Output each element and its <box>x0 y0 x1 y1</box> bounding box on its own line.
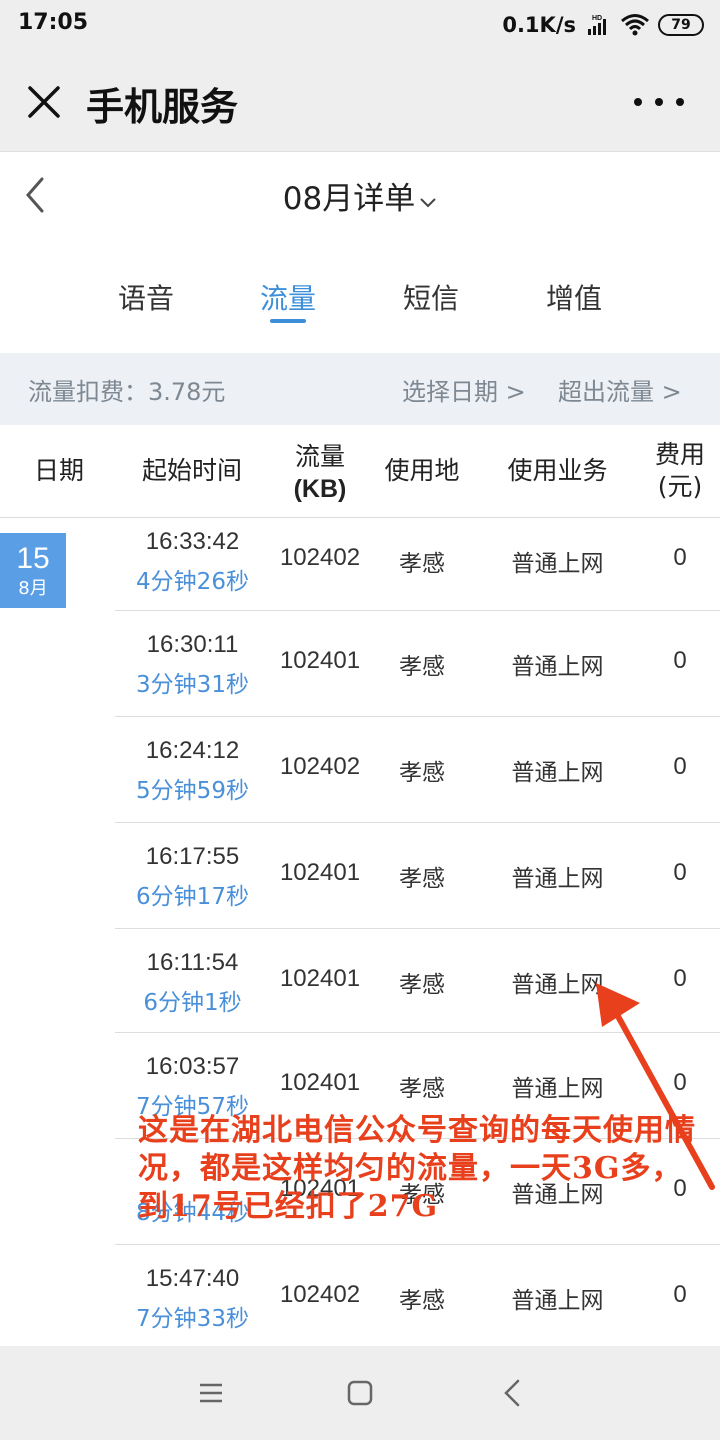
month-title: 08月详单 <box>282 181 416 217</box>
close-icon[interactable] <box>22 80 66 124</box>
row-business: 普通上网 <box>511 654 604 680</box>
row-duration: 6分钟17秒 <box>136 884 249 910</box>
row-start-time: 15:47:40 <box>145 1265 240 1292</box>
traffic-fee-summary: 流量扣费：3.78元 <box>28 378 226 406</box>
svg-text:HD: HD <box>592 15 602 22</box>
row-duration: 6分钟1秒 <box>143 990 242 1016</box>
header-traffic-label: 流量 <box>294 442 345 471</box>
row-start-time: 16:24:12 <box>145 737 240 764</box>
overflow-traffic-link[interactable]: 超出流量 > <box>558 372 682 407</box>
date-badge-month: 8月 <box>18 578 48 599</box>
hd-signal-icon: HD <box>588 15 606 35</box>
home-square-icon[interactable] <box>343 1376 377 1410</box>
header-location: 使用地 <box>384 456 460 485</box>
row-business: 普通上网 <box>511 760 604 786</box>
header-fee-label: 费用 <box>654 440 705 469</box>
header-fee-unit: (元) <box>657 472 703 501</box>
table-row[interactable]: 16:17:55 6分钟17秒 102401 孝感 普通上网 0 <box>115 823 720 929</box>
status-right: 0.1K/s HD 79 <box>502 10 704 40</box>
row-start-time: 16:17:55 <box>145 843 240 870</box>
battery-level: 79 <box>671 17 691 33</box>
row-traffic-kb: 102402 <box>279 544 361 571</box>
header-date: 日期 <box>33 456 84 485</box>
month-header: 08月详单 <box>0 153 720 241</box>
row-fee: 0 <box>673 1281 687 1308</box>
row-business: 普通上网 <box>511 866 604 892</box>
row-traffic-kb: 102402 <box>279 1281 361 1308</box>
more-dot <box>634 98 642 106</box>
row-location: 孝感 <box>399 1076 445 1102</box>
header-traffic: 流量 (KB) <box>270 441 370 505</box>
summary-bar: 流量扣费：3.78元 选择日期 > 超出流量 > <box>0 353 720 425</box>
annotation-text: 这是在湖北电信公众号查询的每天使用情况，都是这样均匀的流量，一天3G多，到17号… <box>138 1113 696 1224</box>
status-bar: 17:05 0.1K/s HD 79 <box>0 0 720 52</box>
row-traffic-kb: 102401 <box>279 647 361 674</box>
row-location: 孝感 <box>399 551 445 577</box>
table-row[interactable]: 16:33:42 4分钟26秒 102402 孝感 普通上网 0 <box>115 518 720 611</box>
tab-sms[interactable]: 短信 <box>371 277 491 317</box>
tab-bar: 语音 流量 短信 增值 <box>0 241 720 353</box>
back-triangle-icon[interactable] <box>496 1376 530 1410</box>
row-fee: 0 <box>673 859 687 886</box>
row-fee: 0 <box>673 544 687 571</box>
net-speed: 0.1K/s <box>502 13 576 37</box>
row-fee: 0 <box>673 647 687 674</box>
more-dot <box>676 98 684 106</box>
row-business: 普通上网 <box>511 1288 604 1314</box>
menu-icon[interactable] <box>194 1376 228 1410</box>
row-location: 孝感 <box>399 866 445 892</box>
row-start-time: 16:30:11 <box>146 631 239 658</box>
select-date-link[interactable]: 选择日期 > <box>402 372 526 407</box>
header-fee: 费用 (元) <box>640 439 720 503</box>
more-dot <box>655 98 663 106</box>
more-icon[interactable] <box>634 84 684 120</box>
header-business: 使用业务 <box>507 456 608 485</box>
date-badge-day: 15 <box>16 542 50 575</box>
row-duration: 4分钟26秒 <box>136 569 249 595</box>
header-start-time: 起始时间 <box>141 456 242 485</box>
date-badge: 15 8月 <box>0 533 66 608</box>
tab-voice[interactable]: 语音 <box>86 277 206 317</box>
row-location: 孝感 <box>399 760 445 786</box>
row-start-time: 16:33:42 <box>145 528 240 555</box>
system-nav-bar <box>0 1346 720 1440</box>
table-header: 日期 起始时间 流量 (KB) 使用地 使用业务 费用 (元) <box>0 425 720 518</box>
row-location: 孝感 <box>399 654 445 680</box>
month-selector[interactable]: 08月详单 <box>0 173 720 218</box>
row-business: 普通上网 <box>511 551 604 577</box>
row-location: 孝感 <box>399 1288 445 1314</box>
row-start-time: 16:03:57 <box>145 1053 240 1080</box>
battery-icon: 79 <box>658 14 704 36</box>
header-traffic-unit: (KB) <box>293 475 347 503</box>
title-bar: 手机服务 <box>0 52 720 152</box>
tab-active-indicator <box>270 319 306 323</box>
row-traffic-kb: 102401 <box>279 859 361 886</box>
wifi-icon <box>621 14 649 36</box>
table-row[interactable]: 16:24:12 5分钟59秒 102402 孝感 普通上网 0 <box>115 717 720 823</box>
tab-value-added[interactable]: 增值 <box>514 277 634 317</box>
row-traffic-kb: 102401 <box>279 1069 361 1096</box>
row-start-time: 16:11:54 <box>146 949 239 976</box>
table-row[interactable]: 16:30:11 3分钟31秒 102401 孝感 普通上网 0 <box>115 611 720 717</box>
table-row[interactable]: 15:47:40 7分钟33秒 102402 孝感 普通上网 0 <box>115 1245 720 1351</box>
tab-traffic[interactable]: 流量 <box>228 277 348 317</box>
row-traffic-kb: 102401 <box>279 965 361 992</box>
row-duration: 5分钟59秒 <box>136 778 249 804</box>
row-location: 孝感 <box>399 972 445 998</box>
row-traffic-kb: 102402 <box>279 753 361 780</box>
chevron-down-icon <box>420 198 436 208</box>
row-duration: 3分钟31秒 <box>136 672 249 698</box>
row-duration: 7分钟33秒 <box>136 1306 249 1332</box>
app-title: 手机服务 <box>86 85 239 129</box>
status-time: 17:05 <box>18 10 89 35</box>
row-fee: 0 <box>673 753 687 780</box>
